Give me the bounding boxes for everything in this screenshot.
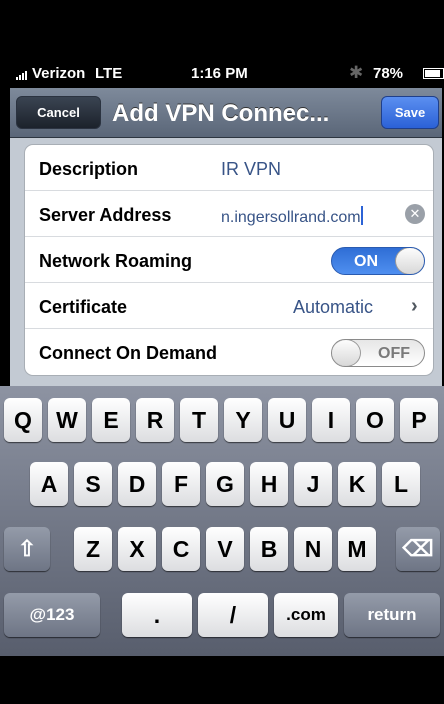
- key-o[interactable]: O: [356, 398, 394, 442]
- save-button[interactable]: Save: [381, 96, 439, 129]
- key-t[interactable]: T: [180, 398, 218, 442]
- key-b[interactable]: B: [250, 527, 288, 571]
- shift-key[interactable]: ⇧: [4, 527, 50, 571]
- delete-icon: ⌫: [402, 536, 434, 561]
- battery-percent: 78%: [373, 65, 404, 82]
- certificate-label: Certificate: [39, 297, 128, 317]
- delete-key[interactable]: ⌫: [396, 527, 440, 571]
- status-bar: Verizon LTE 1:16 PM ✱ 78%: [10, 58, 444, 88]
- network-type: LTE: [95, 65, 123, 82]
- network-roaming-label: Network Roaming: [39, 251, 193, 271]
- cancel-button[interactable]: Cancel: [16, 96, 101, 129]
- chevron-right-icon: ›: [411, 295, 418, 317]
- key-g[interactable]: G: [206, 462, 244, 506]
- key-p[interactable]: P: [400, 398, 438, 442]
- return-key[interactable]: return: [344, 593, 440, 637]
- key-l[interactable]: L: [382, 462, 420, 506]
- server-address-row[interactable]: Server Address n.ingersollrand.com ✕: [25, 191, 433, 237]
- toggle-state: ON: [354, 253, 378, 270]
- bottom-bezel: [0, 656, 444, 704]
- carrier-label: Verizon: [32, 65, 86, 82]
- server-address-field[interactable]: n.ingersollrand.com: [221, 206, 397, 227]
- toggle-knob: [395, 248, 424, 274]
- dot-com-key[interactable]: .com: [274, 593, 338, 637]
- key-s[interactable]: S: [74, 462, 112, 506]
- key-k[interactable]: K: [338, 462, 376, 506]
- certificate-value: Automatic: [293, 297, 374, 317]
- key-e[interactable]: E: [92, 398, 130, 442]
- battery-icon: [423, 68, 444, 79]
- key-h[interactable]: H: [250, 462, 288, 506]
- navigation-bar: Cancel Add VPN Connec... Save: [10, 88, 442, 138]
- keyboard: Q W E R T Y U I O P A S D F G H J K L ⇧ …: [0, 386, 444, 656]
- description-label: Description: [39, 159, 139, 179]
- server-address-value: n.ingersollrand.com: [221, 209, 361, 226]
- server-address-label: Server Address: [39, 205, 172, 225]
- clear-text-icon[interactable]: ✕: [405, 204, 425, 224]
- key-q[interactable]: Q: [4, 398, 42, 442]
- bluetooth-icon: ✱: [349, 63, 364, 82]
- certificate-row[interactable]: Certificate Automatic ›: [25, 283, 433, 329]
- toggle-knob: [332, 340, 361, 366]
- page-title: Add VPN Connec...: [112, 100, 330, 127]
- key-a[interactable]: A: [30, 462, 68, 506]
- key-w[interactable]: W: [48, 398, 86, 442]
- description-field[interactable]: IR VPN: [221, 159, 281, 180]
- connect-on-demand-label: Connect On Demand: [39, 343, 218, 363]
- clock: 1:16 PM: [191, 65, 248, 82]
- slash-key[interactable]: /: [198, 593, 268, 637]
- numbers-key[interactable]: @123: [4, 593, 100, 637]
- description-row[interactable]: Description IR VPN: [25, 145, 433, 191]
- key-z[interactable]: Z: [74, 527, 112, 571]
- key-x[interactable]: X: [118, 527, 156, 571]
- connect-on-demand-toggle[interactable]: OFF: [331, 339, 425, 367]
- vpn-settings: Description IR VPN Server Address n.inge…: [10, 138, 442, 386]
- key-v[interactable]: V: [206, 527, 244, 571]
- key-c[interactable]: C: [162, 527, 200, 571]
- network-roaming-row: Network Roaming ON: [25, 237, 433, 283]
- key-j[interactable]: J: [294, 462, 332, 506]
- signal-icon: [16, 71, 27, 80]
- key-i[interactable]: I: [312, 398, 350, 442]
- key-n[interactable]: N: [294, 527, 332, 571]
- settings-group: Description IR VPN Server Address n.inge…: [24, 144, 434, 376]
- network-roaming-toggle[interactable]: ON: [331, 247, 425, 275]
- period-key[interactable]: .: [122, 593, 192, 637]
- key-u[interactable]: U: [268, 398, 306, 442]
- text-cursor: [360, 206, 363, 225]
- key-m[interactable]: M: [338, 527, 376, 571]
- key-d[interactable]: D: [118, 462, 156, 506]
- shift-icon: ⇧: [17, 536, 37, 561]
- connect-on-demand-row: Connect On Demand OFF: [25, 329, 433, 375]
- toggle-state: OFF: [378, 345, 410, 362]
- key-r[interactable]: R: [136, 398, 174, 442]
- key-f[interactable]: F: [162, 462, 200, 506]
- key-y[interactable]: Y: [224, 398, 262, 442]
